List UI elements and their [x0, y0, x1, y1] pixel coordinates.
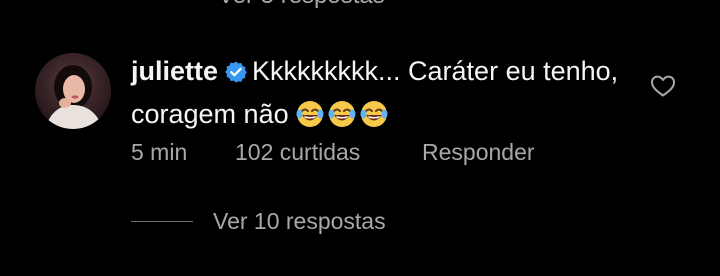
heart-outline-icon — [651, 75, 675, 97]
comment-meta-row: 5 min 102 curtidas Responder — [131, 139, 535, 166]
reply-button[interactable]: Responder — [422, 139, 535, 166]
previous-replies-link[interactable]: Ver 5 respostas — [218, 0, 385, 10]
verified-badge-icon — [224, 56, 248, 95]
likes-count[interactable]: 102 curtidas — [235, 139, 422, 166]
emoji-group — [295, 99, 391, 140]
profile-photo — [35, 53, 111, 129]
like-button[interactable] — [650, 74, 676, 103]
face-with-tears-of-joy-icon — [295, 99, 325, 140]
view-replies-button[interactable]: Ver 10 respostas — [131, 208, 386, 235]
face-with-tears-of-joy-icon — [359, 99, 389, 140]
comment-time: 5 min — [131, 139, 188, 165]
replies-divider-line — [131, 221, 193, 222]
comment-username[interactable]: juliette — [131, 56, 218, 86]
face-with-tears-of-joy-icon — [327, 99, 357, 140]
comment-text-block: juliette Kkkkkkkkk... Caráter eu tenho, … — [131, 52, 651, 140]
view-replies-label: Ver 10 respostas — [213, 208, 386, 234]
avatar[interactable] — [35, 53, 111, 129]
